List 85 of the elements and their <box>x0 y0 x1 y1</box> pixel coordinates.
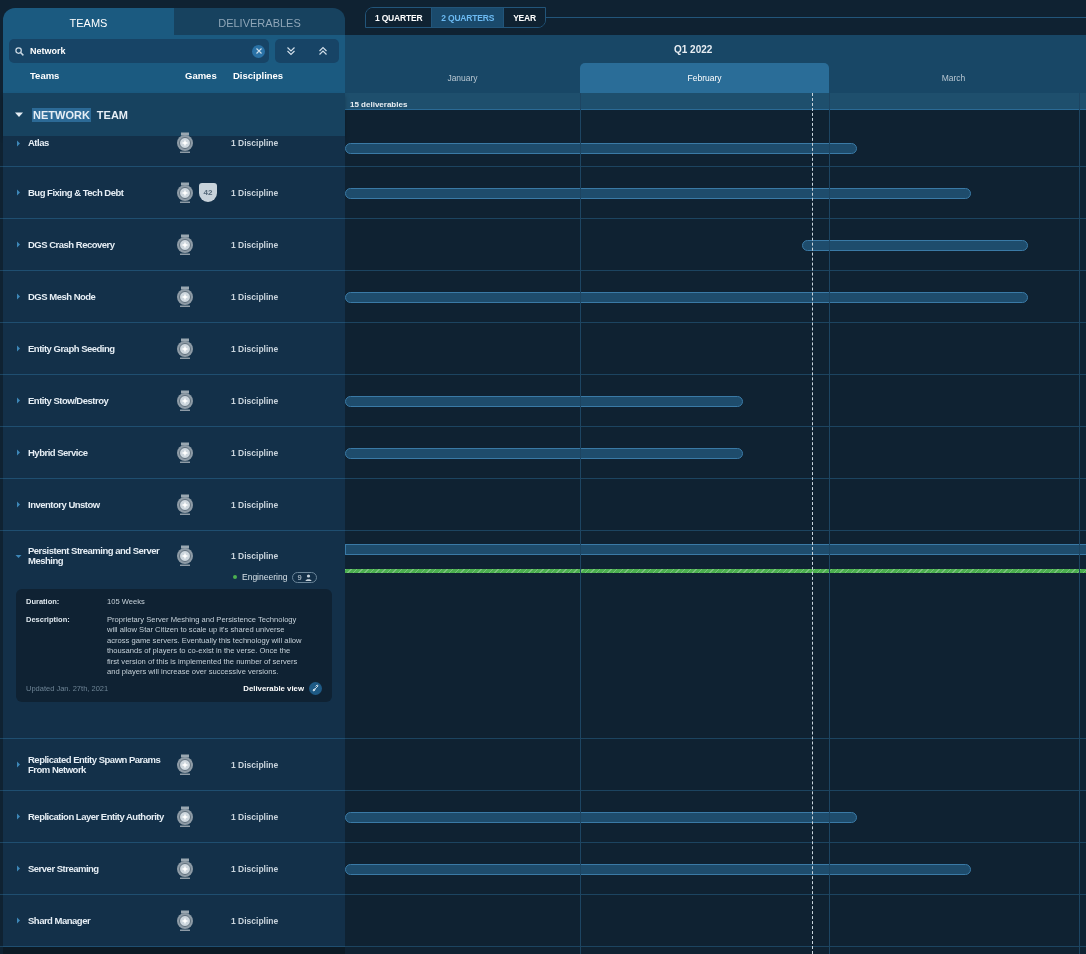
caret-icon[interactable] <box>15 917 22 924</box>
discipline-count: 1 Discipline <box>231 395 279 406</box>
team-name[interactable]: Atlas <box>28 138 176 148</box>
caret-icon[interactable] <box>15 813 22 820</box>
month-tab[interactable]: January <box>345 63 580 93</box>
medal-icon <box>176 233 194 256</box>
medal-icon <box>176 389 194 412</box>
caret-icon[interactable] <box>15 189 22 196</box>
discipline-name: Engineering <box>242 572 288 582</box>
medal-icon <box>176 337 194 360</box>
medal-icon <box>176 441 194 464</box>
timeline-bar[interactable] <box>345 447 743 459</box>
discipline-count: 1 Discipline <box>231 863 279 874</box>
caret-icon[interactable] <box>15 449 22 456</box>
timeline-bar[interactable] <box>345 544 1086 555</box>
deliverables-count: 15 deliverables <box>350 100 408 109</box>
medal-icon <box>176 805 194 828</box>
medal-icon <box>176 285 194 308</box>
team-name[interactable]: Inventory Unstow <box>28 499 176 510</box>
team-title: TEAM <box>95 107 129 122</box>
quarter-label: Q1 2022 <box>674 43 713 55</box>
caret-icon[interactable] <box>15 761 22 768</box>
column-header: Teams <box>30 70 60 81</box>
discipline-count: 1 Discipline <box>231 759 279 770</box>
medal-icon <box>176 545 194 567</box>
discipline-count: 1 Discipline <box>231 239 279 250</box>
team-name[interactable]: DGS Crash Recovery <box>28 239 176 250</box>
link-icon[interactable] <box>309 681 322 695</box>
month-tab[interactable]: March <box>829 63 1078 93</box>
team-name[interactable]: Bug Fixing & Tech Debt <box>28 187 176 198</box>
team-name[interactable]: Server Streaming <box>28 863 176 874</box>
timeline-bar[interactable] <box>802 239 1028 251</box>
view-toggle[interactable]: 2 QUARTERS <box>431 8 505 27</box>
team-title: NETWORK <box>32 107 91 122</box>
squadron-badge: 42 <box>199 183 217 202</box>
caret-icon[interactable] <box>15 345 22 352</box>
discipline-count: 1 Discipline <box>231 447 279 458</box>
caret-icon[interactable] <box>15 552 22 560</box>
medal-icon <box>176 181 194 204</box>
team-name[interactable]: Entity Graph Seeding <box>28 343 176 354</box>
medal-icon <box>176 753 194 776</box>
column-header: Games <box>185 70 217 81</box>
timeline-bar[interactable] <box>345 811 857 823</box>
timeline-bar[interactable] <box>345 395 743 407</box>
medal-icon <box>176 909 194 932</box>
month-tab[interactable]: February <box>580 63 829 93</box>
discipline-count: 1 Discipline <box>231 187 279 198</box>
caret-icon[interactable] <box>15 139 22 147</box>
clear-button[interactable] <box>252 44 265 58</box>
medal-icon <box>176 857 194 880</box>
caret-icon[interactable] <box>15 501 22 508</box>
team-name[interactable]: Entity Stow/Destroy <box>28 395 176 406</box>
timeline-bar[interactable] <box>345 187 971 199</box>
discipline-count: 1 Discipline <box>231 138 279 148</box>
timeline-bar[interactable] <box>345 291 1028 303</box>
team-header[interactable]: NETWORK TEAM <box>3 93 345 136</box>
caret-icon[interactable] <box>15 397 22 404</box>
medal-icon <box>176 493 194 516</box>
discipline-count: 1 Discipline <box>231 811 279 822</box>
close-icon <box>255 48 262 54</box>
caret-icon[interactable] <box>15 241 22 248</box>
discipline-count: 1 Discipline <box>231 551 279 561</box>
team-name[interactable]: DGS Mesh Node <box>28 291 176 302</box>
panel-tab[interactable]: TEAMS <box>3 8 174 35</box>
team-name[interactable]: Persistent Streaming and Server Meshing <box>28 546 176 566</box>
discipline-count: 1 Discipline <box>231 343 279 354</box>
search-icon <box>15 46 24 56</box>
timeline-bar[interactable] <box>345 143 857 154</box>
discipline-count: 1 Discipline <box>231 915 279 926</box>
chevrons-down-icon <box>286 46 296 56</box>
search-field[interactable]: Network <box>9 39 269 63</box>
team-name[interactable]: Hybrid Service <box>28 447 176 458</box>
caret-icon[interactable] <box>15 293 22 300</box>
timeline-bar[interactable] <box>345 863 971 875</box>
column-header: Disciplines <box>233 70 284 81</box>
person-icon <box>304 573 312 581</box>
medal-icon <box>176 132 194 154</box>
team-name[interactable]: Shard Manager <box>28 915 176 926</box>
panel-tab[interactable]: DELIVERABLES <box>174 8 345 35</box>
chevrons-up-icon <box>318 46 328 56</box>
discipline-count: 1 Discipline <box>231 291 279 302</box>
discipline-count: 1 Discipline <box>231 499 279 510</box>
team-name[interactable]: Replication Layer Entity Authority <box>28 811 176 822</box>
caret-icon[interactable] <box>15 865 22 872</box>
team-name[interactable]: Replicated Entity Spawn Params From Network <box>28 754 176 775</box>
